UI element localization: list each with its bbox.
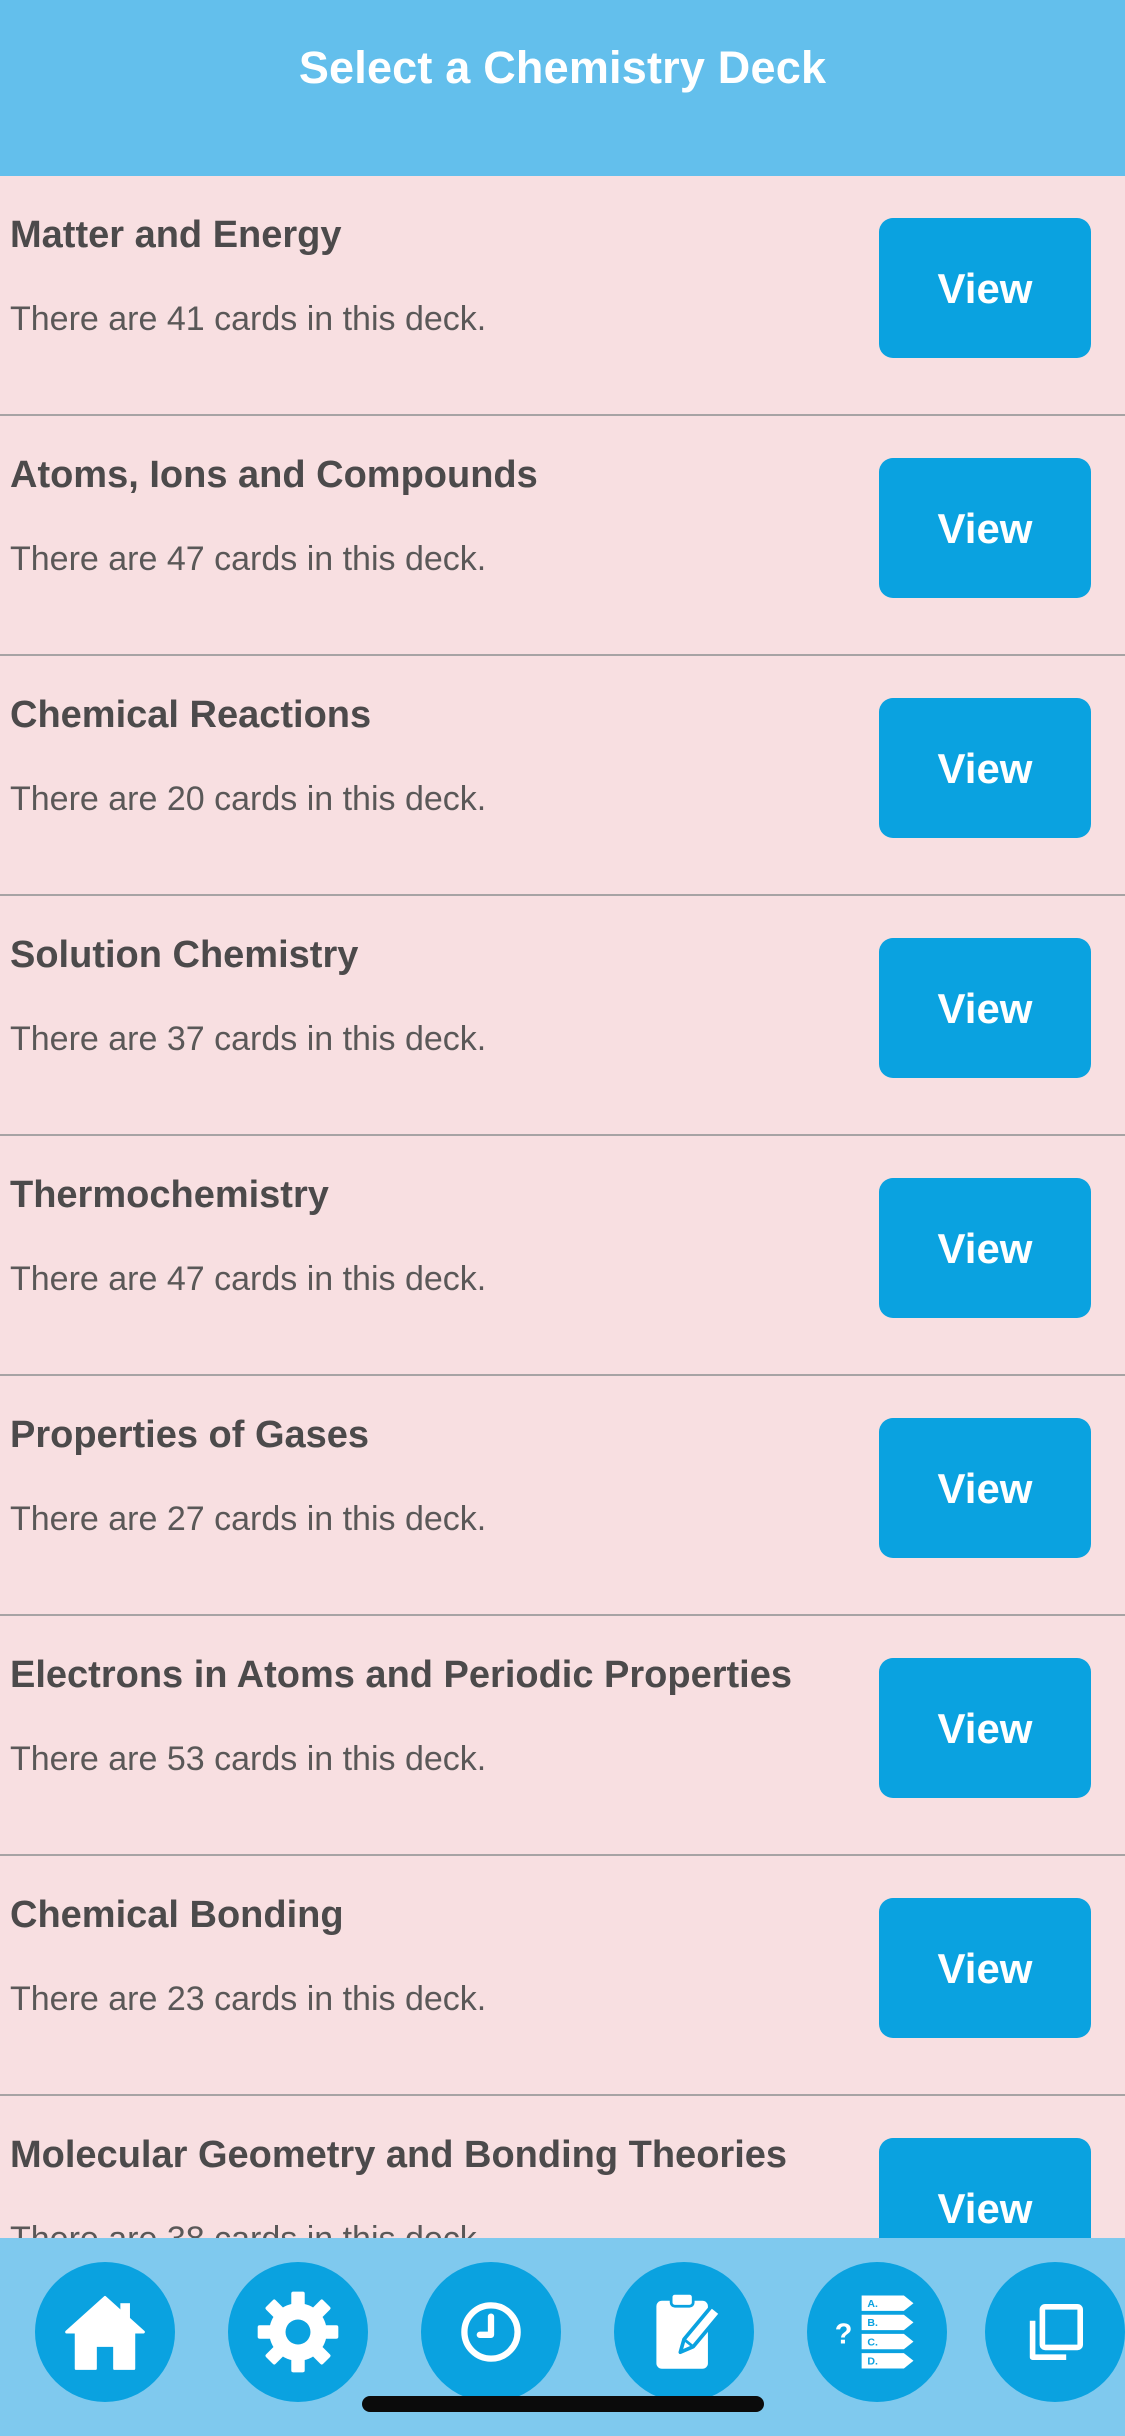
deck-card-count: There are 41 cards in this deck. [10,300,487,338]
deck-card-count: There are 47 cards in this deck. [10,540,487,578]
view-button[interactable]: View [879,1658,1091,1798]
copy-icon [1029,2304,1083,2360]
deck-card-count: There are 23 cards in this deck. [10,1980,487,2018]
page-title: Select a Chemistry Deck [298,42,827,93]
tab-history[interactable] [421,2262,561,2402]
svg-text:C.: C. [867,2336,878,2348]
tab-home[interactable] [35,2262,175,2402]
home-indicator[interactable] [362,2396,764,2412]
deck-card-count: There are 37 cards in this deck. [10,1020,487,1058]
deck-list[interactable]: Matter and Energy There are 41 cards in … [0,176,1125,2238]
view-button[interactable]: View [879,458,1091,598]
view-button[interactable]: View [879,1418,1091,1558]
deck-row-matter-and-energy: Matter and Energy There are 41 cards in … [0,176,1125,416]
deck-card-count: There are 38 cards in this deck. [10,2220,486,2238]
svg-text:?: ? [835,2319,853,2351]
deck-row-solution-chemistry: Solution Chemistry There are 37 cards in… [0,896,1125,1136]
deck-row-molecular-geometry: Molecular Geometry and Bonding Theories … [0,2096,1125,2238]
view-button[interactable]: View [879,938,1091,1078]
deck-title: Atoms, Ions and Compounds [10,454,538,496]
deck-title: Electrons in Atoms and Periodic Properti… [10,1654,793,1696]
deck-row-properties-of-gases: Properties of Gases There are 27 cards i… [0,1376,1125,1616]
deck-row-atoms-ions-compounds: Atoms, Ions and Compounds There are 47 c… [0,416,1125,656]
deck-title: Chemical Reactions [10,694,372,736]
view-button[interactable]: View [879,1898,1091,2038]
deck-row-thermochemistry: Thermochemistry There are 47 cards in th… [0,1136,1125,1376]
deck-title: Chemical Bonding [10,1894,344,1936]
svg-text:D.: D. [867,2356,878,2368]
deck-row-chemical-bonding: Chemical Bonding There are 23 cards in t… [0,1856,1125,2096]
clock-icon [461,2302,521,2362]
deck-title: Matter and Energy [10,214,342,256]
gear-icon [257,2291,339,2373]
deck-card-count: There are 27 cards in this deck. [10,1500,487,1538]
deck-row-electrons-in-atoms: Electrons in Atoms and Periodic Properti… [0,1616,1125,1856]
deck-card-count: There are 47 cards in this deck. [10,1260,487,1298]
view-button[interactable]: View [879,698,1091,838]
svg-text:A.: A. [867,2298,878,2310]
tab-cards[interactable] [985,2262,1125,2402]
header-bar: Select a Chemistry Deck [0,0,1125,176]
deck-title: Solution Chemistry [10,934,359,976]
deck-card-count: There are 20 cards in this deck. [10,780,487,818]
view-button[interactable]: View [879,218,1091,358]
deck-card-count: There are 53 cards in this deck. [10,1740,487,1778]
quiz-list-icon: ? A. B. C. D. [835,2295,914,2369]
view-button[interactable]: View [879,1178,1091,1318]
deck-title: Properties of Gases [10,1414,370,1456]
view-button[interactable]: View [879,2138,1091,2238]
tab-settings[interactable] [228,2262,368,2402]
clipboard-pencil-icon [656,2291,723,2369]
tab-notes[interactable] [614,2262,754,2402]
deck-row-chemical-reactions: Chemical Reactions There are 20 cards in… [0,656,1125,896]
home-icon [65,2296,145,2370]
deck-title: Thermochemistry [10,1174,329,1216]
svg-text:B.: B. [867,2317,878,2329]
tab-quiz[interactable]: ? A. B. C. D. [807,2262,947,2402]
deck-title: Molecular Geometry and Bonding Theories [10,2134,788,2176]
